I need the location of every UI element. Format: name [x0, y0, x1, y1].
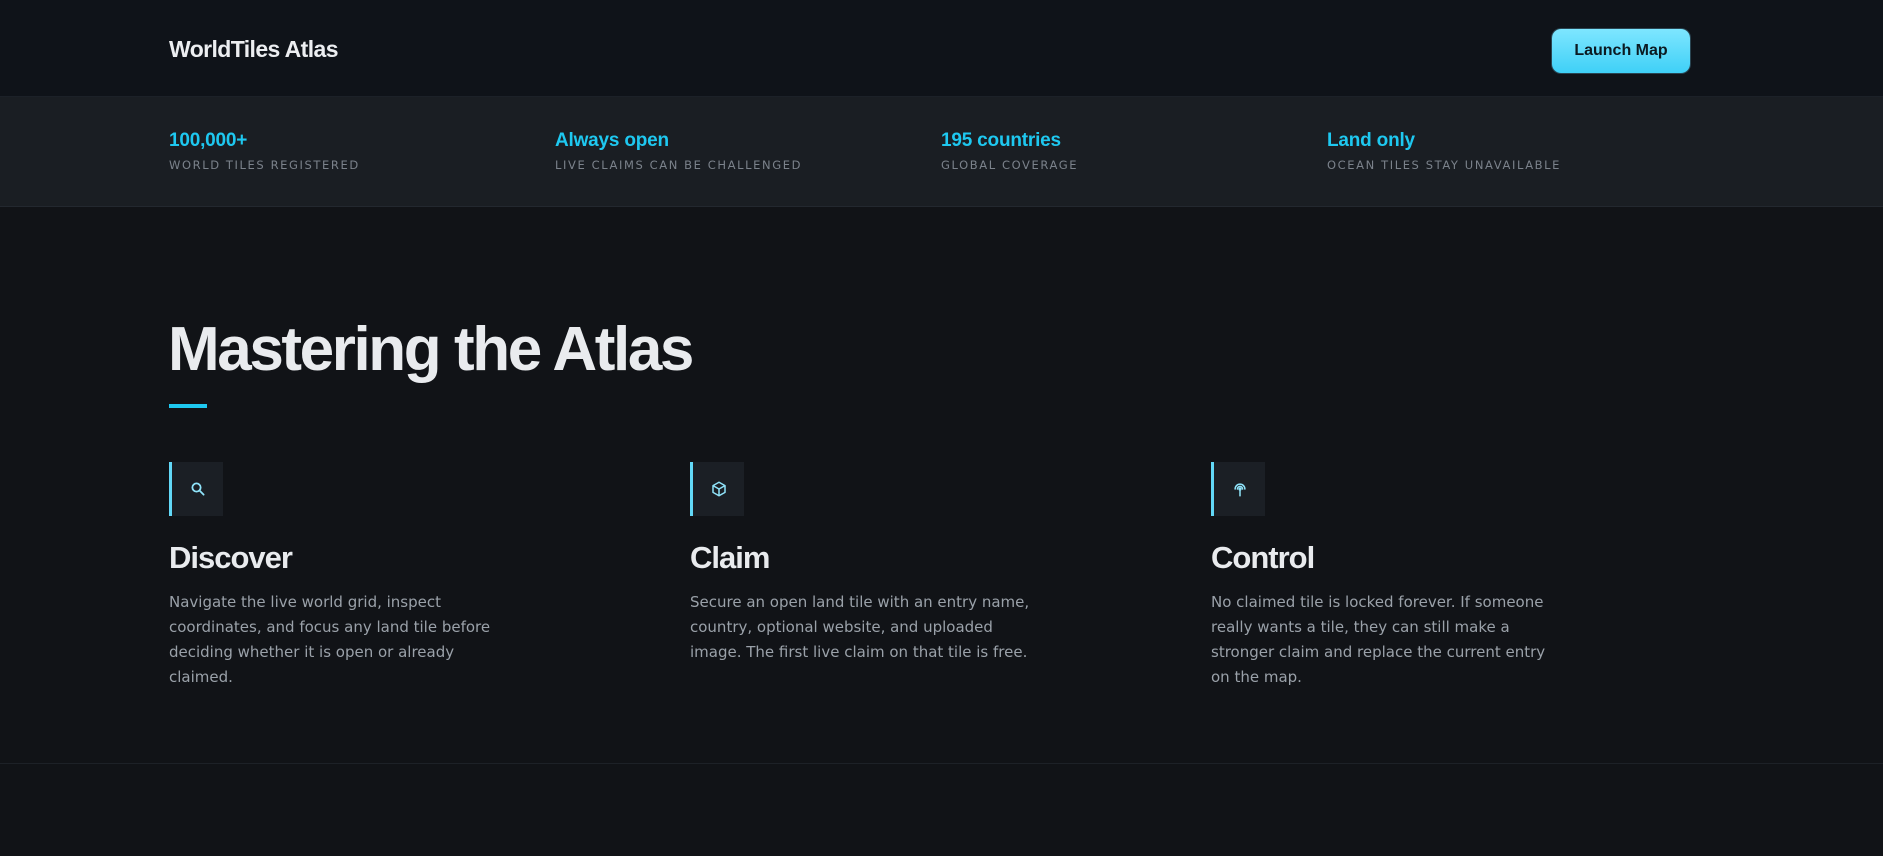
stat-countries: 195 countries Global coverage: [941, 130, 1078, 172]
stat-tiles: 100,000+ World tiles registered: [169, 130, 360, 172]
stat-label: World tiles registered: [169, 158, 360, 172]
feature-title: Control: [1211, 540, 1315, 575]
launch-map-button[interactable]: Launch Map: [1552, 29, 1690, 73]
broadcast-icon: [1211, 462, 1265, 516]
cube-icon: [690, 462, 744, 516]
site-header: WorldTiles Atlas Launch Map: [0, 0, 1883, 97]
feature-description: No claimed tile is locked forever. If so…: [1211, 593, 1546, 686]
stat-label: Ocean tiles stay unavailable: [1327, 158, 1562, 172]
feature-control: Control No claimed tile is locked foreve…: [1211, 462, 1591, 690]
title-underline: [169, 404, 207, 408]
stat-value: Always open: [555, 130, 669, 151]
stat-value: Land only: [1327, 130, 1415, 151]
stat-label: Live claims can be challenged: [555, 158, 803, 172]
search-icon: [169, 462, 223, 516]
stat-value: 195 countries: [941, 130, 1061, 151]
feature-title: Discover: [169, 540, 293, 575]
section-divider: [0, 763, 1883, 764]
stats-bar: 100,000+ World tiles registered Always o…: [0, 97, 1883, 207]
page-title: Mastering the Atlas: [168, 315, 694, 384]
feature-description: Navigate the live world grid, inspect co…: [169, 593, 491, 686]
feature-discover: Discover Navigate the live world grid, i…: [169, 462, 549, 690]
feature-title: Claim: [690, 540, 770, 575]
stat-open: Always open Live claims can be challenge…: [555, 130, 802, 172]
feature-claim: Claim Secure an open land tile with an e…: [690, 462, 1070, 665]
feature-description: Secure an open land tile with an entry n…: [690, 593, 1030, 661]
brand-logo[interactable]: WorldTiles Atlas: [169, 36, 339, 63]
stat-value: 100,000+: [169, 130, 248, 151]
stat-label: Global coverage: [941, 158, 1079, 172]
stat-land: Land only Ocean tiles stay unavailable: [1327, 130, 1561, 172]
